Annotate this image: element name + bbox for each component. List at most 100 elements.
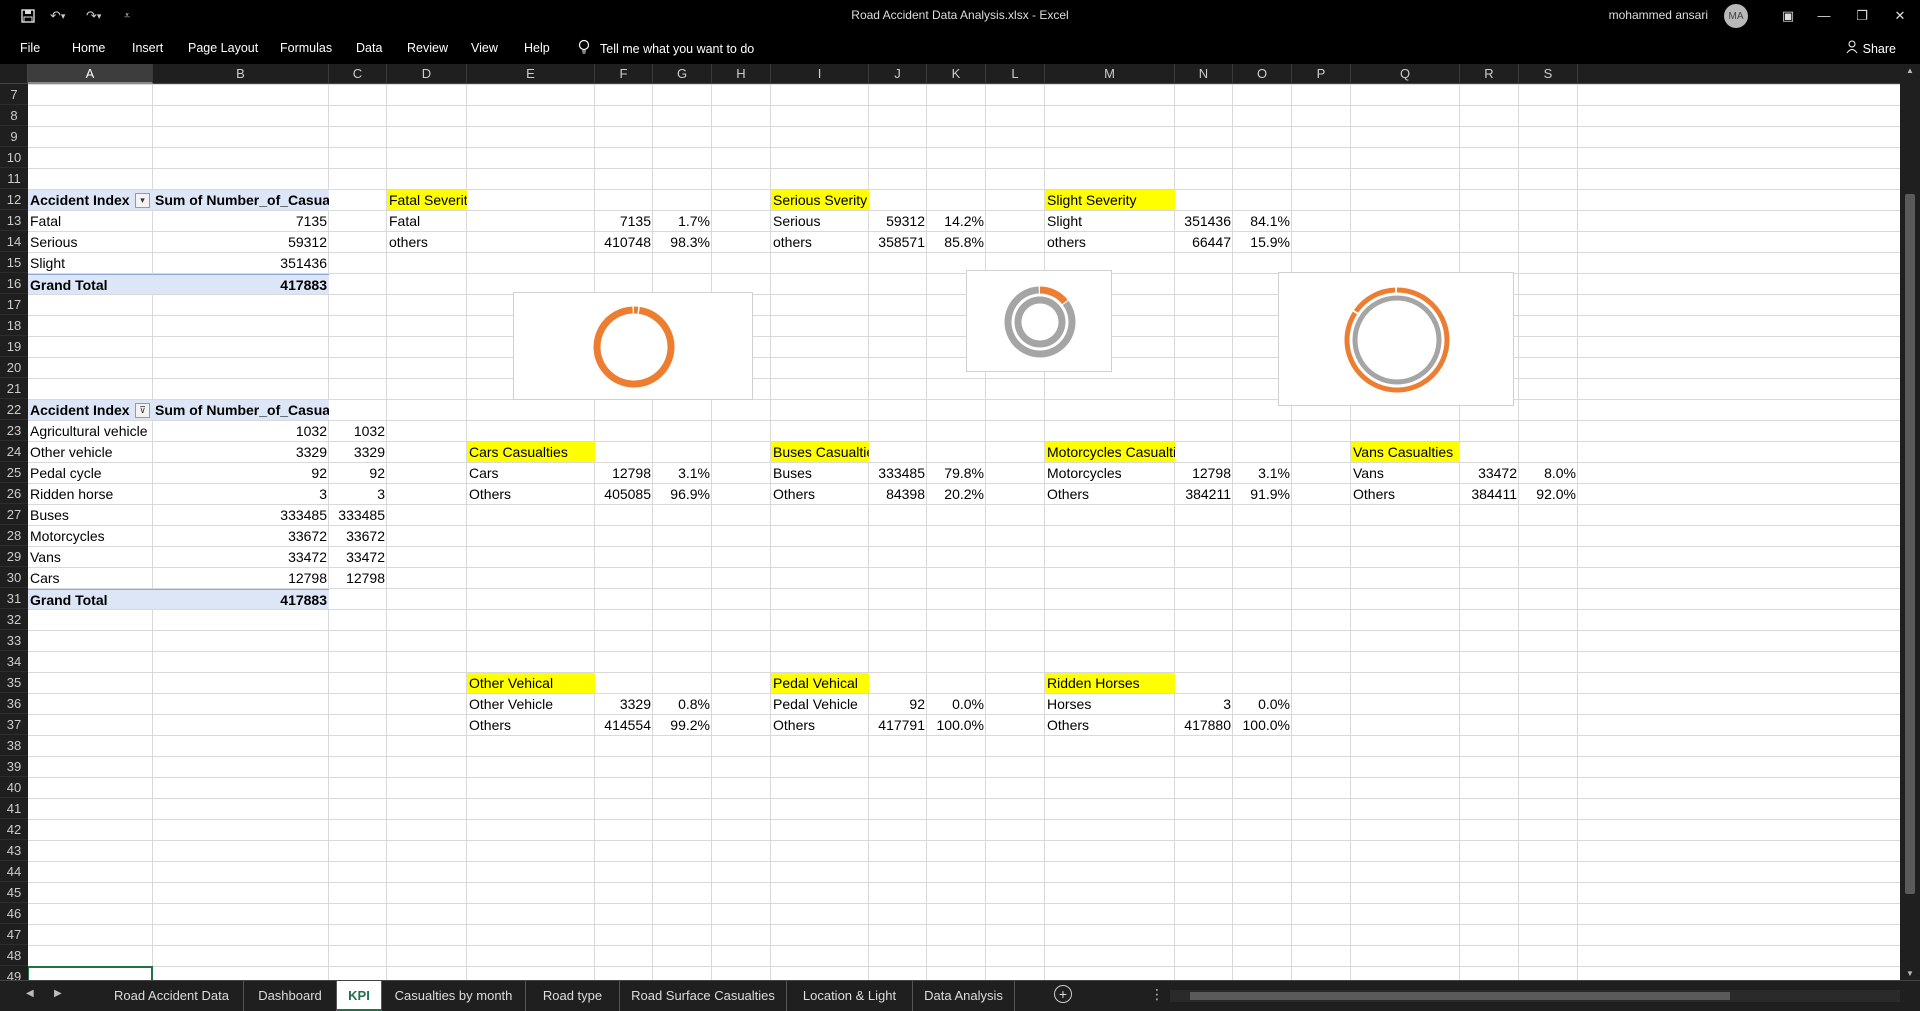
kpi-title-buses[interactable]: Buses Casualties bbox=[771, 442, 869, 462]
row-header-48[interactable]: 48 bbox=[0, 945, 28, 966]
column-header-s[interactable]: S bbox=[1519, 64, 1578, 84]
kpi-others-value-vans[interactable]: 384411 bbox=[1460, 484, 1519, 504]
row-header-44[interactable]: 44 bbox=[0, 861, 28, 882]
kpi-others-label-other[interactable]: Others bbox=[467, 715, 595, 735]
row-header-11[interactable]: 11 bbox=[0, 168, 28, 189]
more-options-icon[interactable]: ⋮ bbox=[1150, 986, 1164, 1003]
sheet-tab-dashboard[interactable]: Dashboard bbox=[244, 981, 337, 1011]
column-c-value[interactable]: 333485 bbox=[329, 505, 387, 525]
close-icon[interactable]: ✕ bbox=[1880, 4, 1920, 28]
column-header-l[interactable]: L bbox=[986, 64, 1045, 84]
row-header-29[interactable]: 29 bbox=[0, 546, 28, 567]
column-header-h[interactable]: H bbox=[712, 64, 771, 84]
row-header-33[interactable]: 33 bbox=[0, 630, 28, 651]
kpi-others-value-serious[interactable]: 358571 bbox=[869, 232, 927, 252]
tab-home[interactable]: Home bbox=[72, 41, 105, 55]
pivot2-row-label[interactable]: Cars bbox=[28, 568, 153, 588]
kpi-value-horses[interactable]: 3 bbox=[1175, 694, 1233, 714]
kpi-value-pedal[interactable]: 92 bbox=[869, 694, 927, 714]
row-header-36[interactable]: 36 bbox=[0, 693, 28, 714]
kpi-others-value-fatal[interactable]: 410748 bbox=[595, 232, 653, 252]
kpi-percent-other[interactable]: 0.8% bbox=[653, 694, 712, 714]
kpi-value-fatal[interactable]: 7135 bbox=[595, 211, 653, 231]
row-header-46[interactable]: 46 bbox=[0, 903, 28, 924]
kpi-value-motorcycles[interactable]: 12798 bbox=[1175, 463, 1233, 483]
kpi-percent-pedal[interactable]: 0.0% bbox=[927, 694, 986, 714]
kpi-title-other[interactable]: Other Vehical bbox=[467, 673, 595, 693]
share-button[interactable]: Share bbox=[1846, 40, 1896, 57]
kpi-others-value-horses[interactable]: 417880 bbox=[1175, 715, 1233, 735]
pivot1-row-value[interactable]: 7135 bbox=[153, 211, 329, 231]
kpi-others-percent-vans[interactable]: 92.0% bbox=[1519, 484, 1578, 504]
kpi-percent-slight[interactable]: 84.1% bbox=[1233, 211, 1292, 231]
kpi-others-percent-other[interactable]: 99.2% bbox=[653, 715, 712, 735]
column-c-value[interactable]: 92 bbox=[329, 463, 387, 483]
tab-data[interactable]: Data bbox=[356, 41, 382, 55]
kpi-title-slight[interactable]: Slight Severity bbox=[1045, 190, 1175, 210]
row-header-19[interactable]: 19 bbox=[0, 336, 28, 357]
kpi-percent-vans[interactable]: 8.0% bbox=[1519, 463, 1578, 483]
kpi-others-label-buses[interactable]: Others bbox=[771, 484, 869, 504]
kpi-label-vans[interactable]: Vans bbox=[1351, 463, 1460, 483]
column-c-value[interactable]: 1032 bbox=[329, 421, 387, 441]
column-header-i[interactable]: I bbox=[771, 64, 869, 84]
kpi-title-vans[interactable]: Vans Casualties bbox=[1351, 442, 1460, 462]
horizontal-scrollbar[interactable] bbox=[1170, 990, 1900, 1002]
kpi-title-motorcycles[interactable]: Motorcycles Casualties bbox=[1045, 442, 1175, 462]
row-header-23[interactable]: 23 bbox=[0, 420, 28, 441]
row-header-12[interactable]: 12 bbox=[0, 189, 28, 210]
kpi-others-percent-motorcycles[interactable]: 91.9% bbox=[1233, 484, 1292, 504]
sheet-tab-road-surface-casualties[interactable]: Road Surface Casualties bbox=[620, 981, 787, 1011]
filter-dropdown-icon[interactable]: ▾ bbox=[135, 193, 150, 208]
column-header-c[interactable]: C bbox=[329, 64, 387, 84]
kpi-label-buses[interactable]: Buses bbox=[771, 463, 869, 483]
pivot2-row-value[interactable]: 333485 bbox=[153, 505, 329, 525]
column-c-value[interactable]: 33472 bbox=[329, 547, 387, 567]
kpi-title-fatal[interactable]: Fatal Severity bbox=[387, 190, 467, 210]
donut-chart-serious[interactable] bbox=[966, 270, 1112, 372]
pivot2-row-label[interactable]: Agricultural vehicle bbox=[28, 421, 153, 441]
pivot1-header-sum[interactable]: Sum of Number_of_Casualties bbox=[153, 190, 329, 210]
kpi-others-label-slight[interactable]: others bbox=[1045, 232, 1175, 252]
row-header-41[interactable]: 41 bbox=[0, 798, 28, 819]
kpi-others-percent-serious[interactable]: 85.8% bbox=[927, 232, 986, 252]
kpi-label-motorcycles[interactable]: Motorcycles bbox=[1045, 463, 1175, 483]
row-header-17[interactable]: 17 bbox=[0, 294, 28, 315]
kpi-label-horses[interactable]: Horses bbox=[1045, 694, 1175, 714]
kpi-others-label-vans[interactable]: Others bbox=[1351, 484, 1460, 504]
kpi-others-percent-pedal[interactable]: 100.0% bbox=[927, 715, 986, 735]
row-header-42[interactable]: 42 bbox=[0, 819, 28, 840]
row-header-27[interactable]: 27 bbox=[0, 504, 28, 525]
prev-sheet-icon[interactable]: ◀ bbox=[26, 988, 34, 999]
pivot1-row-label[interactable]: Fatal bbox=[28, 211, 153, 231]
column-header-d[interactable]: D bbox=[387, 64, 467, 84]
tab-review[interactable]: Review bbox=[407, 41, 448, 55]
row-header-32[interactable]: 32 bbox=[0, 609, 28, 630]
worksheet-grid[interactable]: Accident IndexSum of Number_of_Casualtie… bbox=[28, 84, 1900, 980]
filter-applied-icon[interactable]: ⊽ bbox=[135, 403, 150, 418]
kpi-others-label-motorcycles[interactable]: Others bbox=[1045, 484, 1175, 504]
kpi-others-label-pedal[interactable]: Others bbox=[771, 715, 869, 735]
sheet-tab-casualties-by-month[interactable]: Casualties by month bbox=[382, 981, 526, 1011]
kpi-others-label-cars[interactable]: Others bbox=[467, 484, 595, 504]
minimize-icon[interactable]: — bbox=[1804, 4, 1844, 28]
kpi-percent-horses[interactable]: 0.0% bbox=[1233, 694, 1292, 714]
kpi-others-label-horses[interactable]: Others bbox=[1045, 715, 1175, 735]
kpi-others-value-buses[interactable]: 84398 bbox=[869, 484, 927, 504]
kpi-value-cars[interactable]: 12798 bbox=[595, 463, 653, 483]
donut-chart-fatal[interactable] bbox=[513, 292, 753, 400]
row-header-21[interactable]: 21 bbox=[0, 378, 28, 399]
kpi-others-percent-buses[interactable]: 20.2% bbox=[927, 484, 986, 504]
select-all-corner[interactable] bbox=[0, 64, 28, 84]
tab-insert[interactable]: Insert bbox=[132, 41, 163, 55]
row-header-7[interactable]: 7 bbox=[0, 84, 28, 105]
row-header-24[interactable]: 24 bbox=[0, 441, 28, 462]
sheet-tab-location-light[interactable]: Location & Light bbox=[787, 981, 913, 1011]
column-header-n[interactable]: N bbox=[1175, 64, 1233, 84]
kpi-label-pedal[interactable]: Pedal Vehicle bbox=[771, 694, 869, 714]
row-header-22[interactable]: 22 bbox=[0, 399, 28, 420]
kpi-others-value-other[interactable]: 414554 bbox=[595, 715, 653, 735]
kpi-others-percent-horses[interactable]: 100.0% bbox=[1233, 715, 1292, 735]
kpi-others-percent-cars[interactable]: 96.9% bbox=[653, 484, 712, 504]
column-header-k[interactable]: K bbox=[927, 64, 986, 84]
